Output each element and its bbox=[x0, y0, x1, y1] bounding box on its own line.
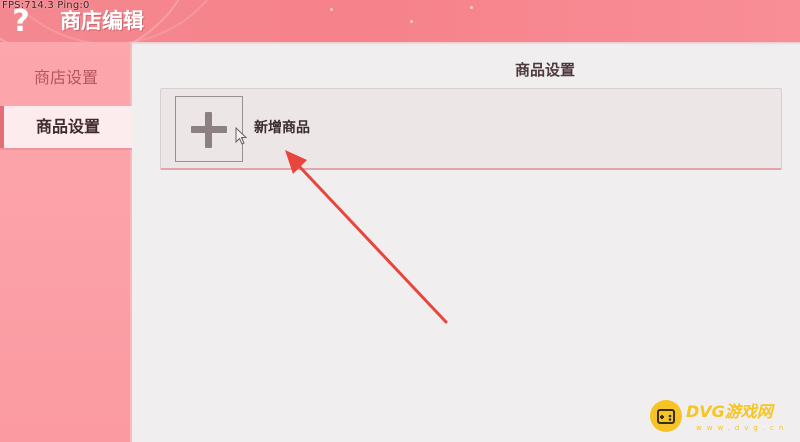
section-title: 商品设置 bbox=[514, 61, 575, 79]
sparkle-decoration bbox=[330, 8, 333, 11]
sidebar: 商店设置 商品设置 bbox=[0, 42, 132, 442]
watermark-url: www.dvg.cn bbox=[696, 424, 789, 432]
arrow-shaft bbox=[296, 163, 448, 324]
sparkle-decoration bbox=[470, 6, 473, 9]
sidebar-item-shop-settings[interactable]: 商店设置 bbox=[0, 58, 132, 98]
add-product-label[interactable]: 新增商品 bbox=[254, 118, 310, 138]
mouse-cursor-icon bbox=[235, 127, 247, 145]
gamepad-logo-icon bbox=[650, 400, 682, 432]
watermark-text: DVG游戏网 bbox=[686, 402, 773, 421]
window-title: 商店编辑 bbox=[60, 9, 144, 33]
sparkle-decoration bbox=[410, 20, 413, 23]
watermark: DVG游戏网 www.dvg.cn bbox=[650, 398, 800, 440]
title-bar: ? FPS:714.3 Ping:0 商店编辑 bbox=[0, 0, 800, 42]
add-product-button[interactable] bbox=[175, 96, 243, 162]
sidebar-item-product-settings[interactable]: 商品设置 bbox=[0, 106, 132, 148]
plus-icon bbox=[205, 112, 212, 148]
